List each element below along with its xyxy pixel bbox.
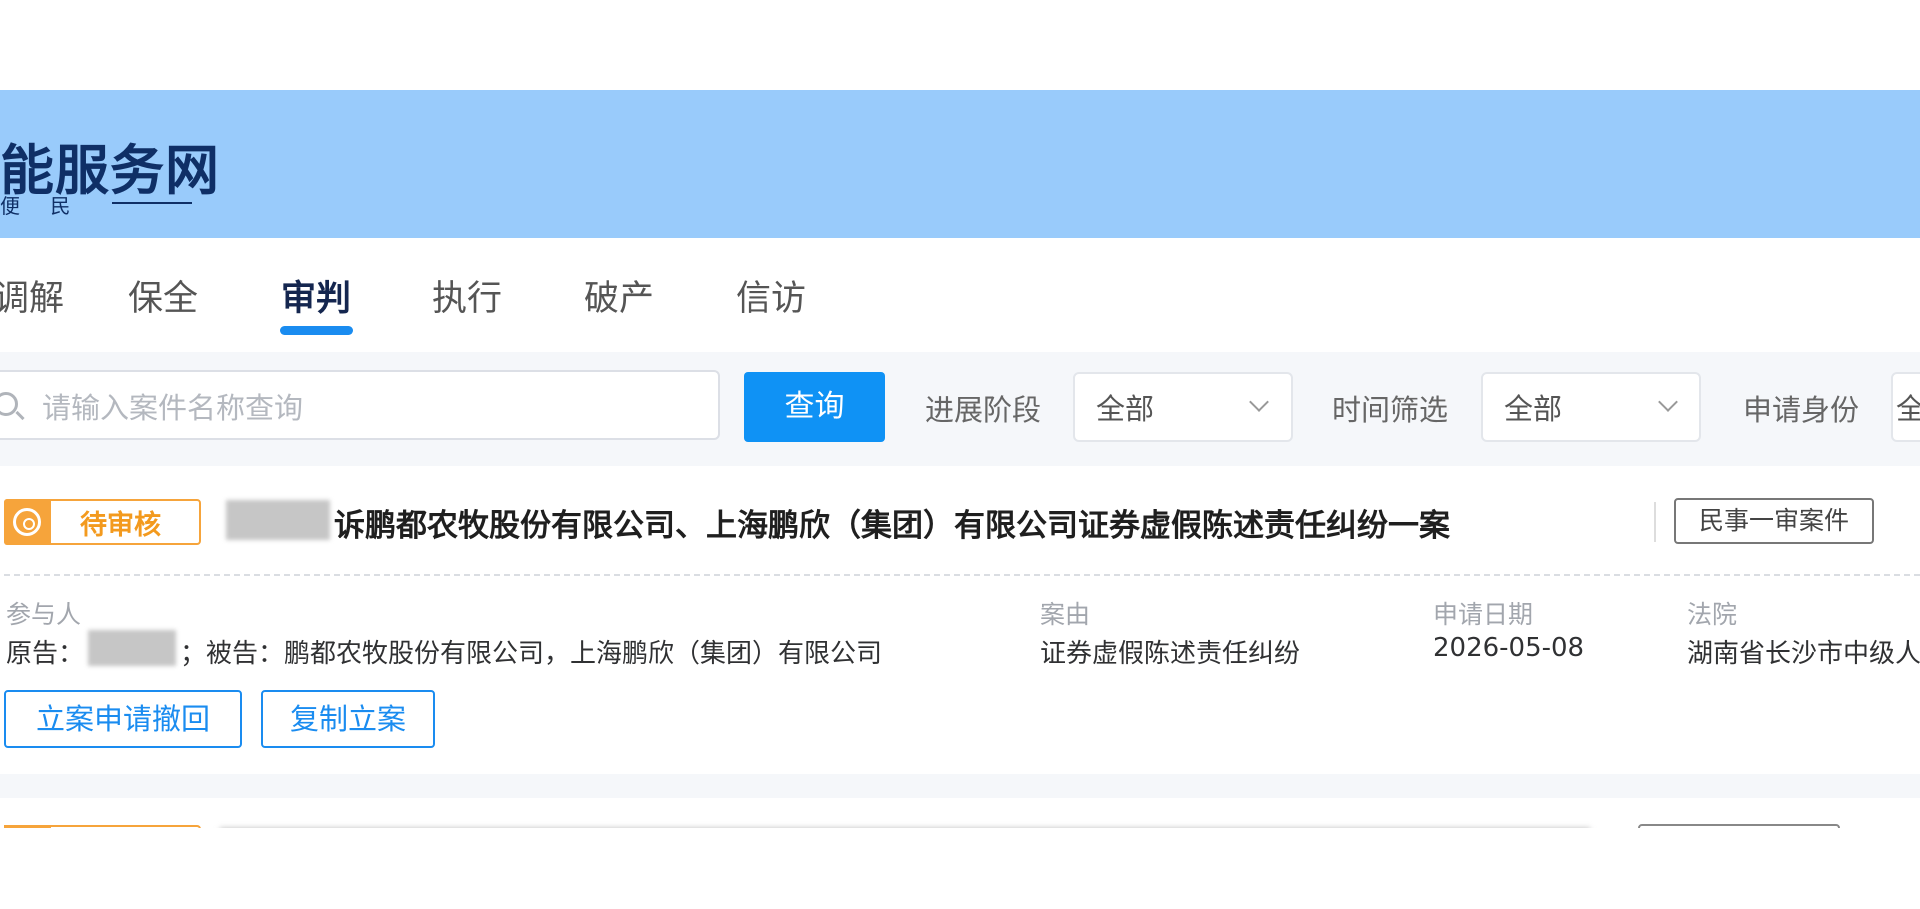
site-slogan: 便 民 <box>0 194 83 218</box>
redacted-plaintiff-name <box>226 500 330 540</box>
copy-filing-button[interactable]: 复制立案 <box>261 690 435 748</box>
card-gap <box>0 774 1920 798</box>
next-case-card[interactable] <box>0 798 1920 828</box>
court-value: 湖南省长沙市中级人 <box>1687 639 1920 669</box>
tab-trial[interactable]: 审判 <box>281 270 351 321</box>
status-icon-bg <box>4 825 51 828</box>
court-label: 法院 <box>1687 600 1738 629</box>
slogan-divider <box>112 202 192 204</box>
tab-preservation[interactable]: 保全 <box>128 270 198 321</box>
search-placeholder: 请输入案件名称查询 <box>42 391 304 425</box>
card-divider <box>4 574 1920 576</box>
tab-petition[interactable]: 信访 <box>736 270 806 321</box>
time-filter-label: 时间筛选 <box>1332 393 1449 427</box>
identity-filter-label: 申请身份 <box>1743 393 1860 427</box>
cause-value: 证券虚假陈述责任纠纷 <box>1040 639 1301 669</box>
identity-select-value: 全 <box>1896 392 1920 426</box>
date-label: 申请日期 <box>1433 600 1534 629</box>
tab-mediation[interactable]: 调解 <box>0 270 64 321</box>
withdraw-filing-button[interactable]: 立案申请撤回 <box>4 690 242 748</box>
active-tab-indicator <box>280 326 353 335</box>
redacted-plaintiff <box>88 630 176 666</box>
participants-prefix: 原告： <box>6 639 85 669</box>
date-value: 2026-05-08 <box>1433 633 1585 663</box>
query-button[interactable]: 查询 <box>744 372 885 442</box>
participants-label: 参与人 <box>6 600 82 629</box>
progress-filter-label: 进展阶段 <box>925 393 1042 427</box>
pending-icon <box>13 508 41 536</box>
case-title[interactable]: 诉鹏都农牧股份有限公司、上海鹏欣（集团）有限公司证券虚假陈述责任纠纷一案 <box>334 500 1450 545</box>
case-type-badge: 民事一审案件 <box>1674 498 1874 544</box>
participants-value: ；被告：鹏都农牧股份有限公司，上海鹏欣（集团）有限公司 <box>180 639 883 669</box>
tab-bankruptcy[interactable]: 破产 <box>584 270 654 321</box>
tab-execution[interactable]: 执行 <box>432 270 502 321</box>
progress-select-value: 全部 <box>1096 392 1155 426</box>
time-select-value: 全部 <box>1504 392 1563 426</box>
case-type-badge <box>1638 824 1840 828</box>
title-divider <box>1654 502 1656 542</box>
site-header <box>0 90 1920 238</box>
search-icon <box>0 392 18 416</box>
cause-label: 案由 <box>1040 600 1091 629</box>
status-text: 待审核 <box>80 510 161 541</box>
